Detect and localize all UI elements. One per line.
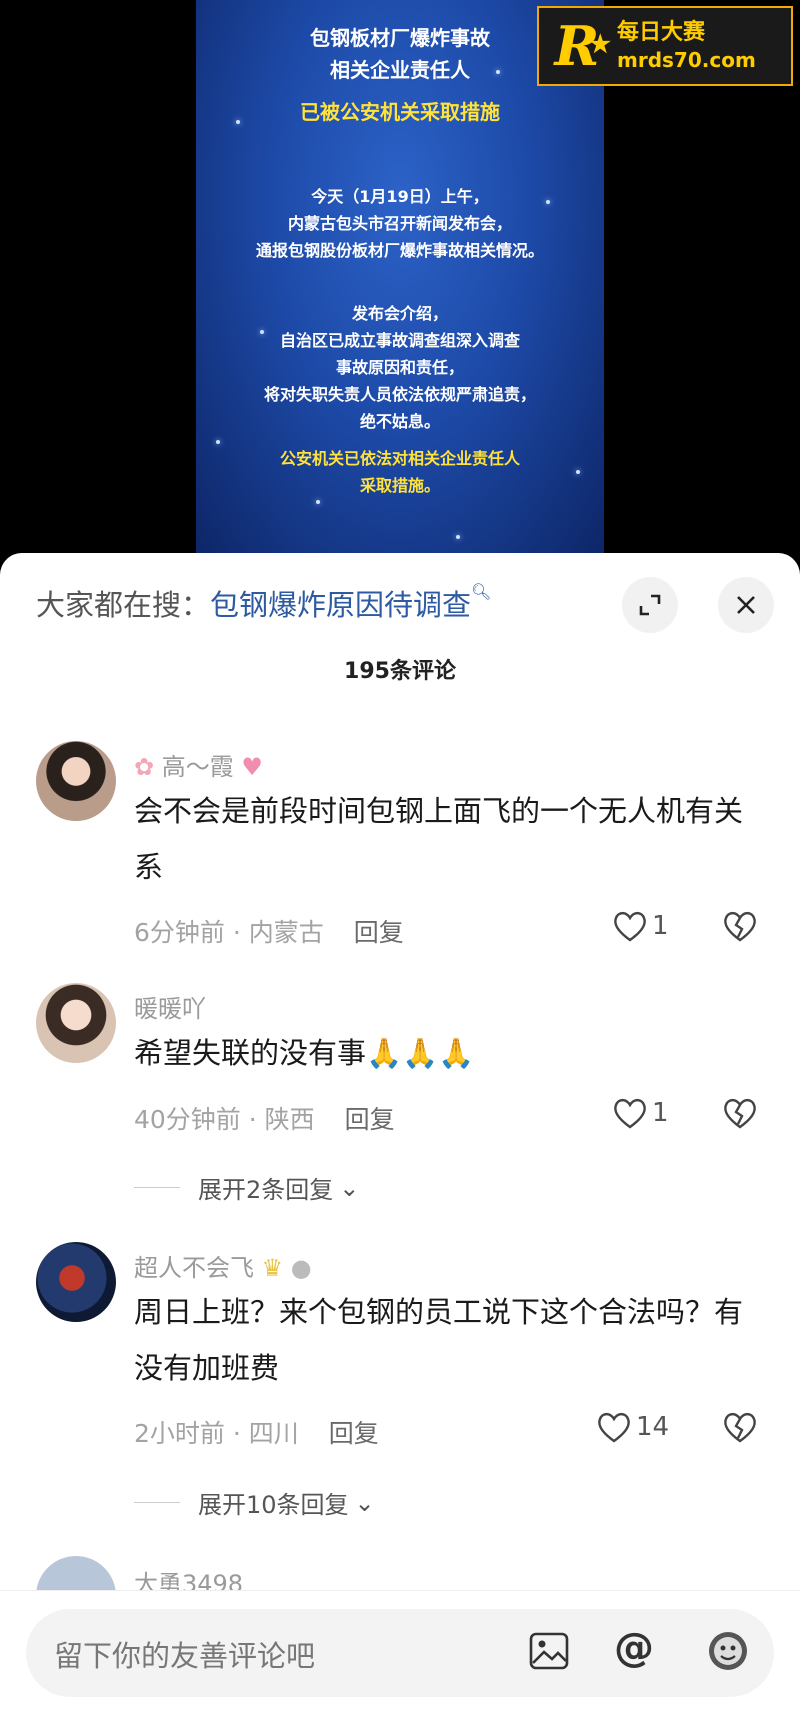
star-icon: ★ xyxy=(589,29,611,58)
comment-username[interactable]: ✿ 高～霞 ♥ xyxy=(134,747,263,782)
chevron-down-icon: ⌄ xyxy=(339,1173,360,1202)
like-button[interactable]: 1 xyxy=(612,909,669,943)
comment-meta: 2小时前 · 四川 回复 xyxy=(134,1414,379,1450)
username-text: 高～霞 xyxy=(161,753,234,781)
trending-search-label: 大家都在搜： xyxy=(36,588,211,622)
like-button[interactable]: 1 xyxy=(612,1096,669,1130)
emoji-button[interactable] xyxy=(706,1629,750,1677)
dislike-button[interactable] xyxy=(722,1410,758,1448)
video-highlight-line: 公安机关已依法对相关企业责任人 xyxy=(279,449,520,468)
flower-icon: ✿ xyxy=(134,753,155,781)
emoji-icon xyxy=(709,1632,747,1670)
moon-icon: ● xyxy=(290,1254,312,1282)
comment-meta: 6分钟前 · 内蒙古 回复 xyxy=(134,913,404,949)
crown-icon: ♛ xyxy=(261,1254,284,1282)
comment-count: 195条评论 xyxy=(344,659,456,684)
image-icon xyxy=(529,1632,569,1670)
watermark-site: mrds70.com xyxy=(617,48,756,72)
video-highlight-line: 采取措施。 xyxy=(359,476,440,495)
comment-input-placeholder: 留下你的友善评论吧 xyxy=(54,1639,316,1673)
reply-button[interactable]: 回复 xyxy=(329,1419,379,1448)
comment-input-bar: 留下你的友善评论吧 @ xyxy=(0,1590,800,1716)
expand-replies-label: 展开10条回复 xyxy=(198,1491,349,1519)
avatar[interactable] xyxy=(36,983,116,1063)
watermark-title: 每日大赛 xyxy=(617,20,706,45)
image-picker-button[interactable] xyxy=(528,1631,570,1675)
reply-button[interactable]: 回复 xyxy=(345,1105,395,1134)
video-body-line: 绝不姑息。 xyxy=(359,412,440,431)
broken-heart-icon xyxy=(724,911,756,942)
username-text: 超人不会飞 xyxy=(134,1254,254,1282)
comment-username[interactable]: 超人不会飞 ♛ ● xyxy=(134,1248,312,1283)
expand-sheet-button[interactable] xyxy=(622,577,678,633)
heart-icon xyxy=(614,1098,646,1129)
at-icon: @ xyxy=(614,1625,654,1671)
expand-replies-button[interactable]: 展开10条回复 ⌄ xyxy=(134,1485,375,1520)
expand-icon xyxy=(639,594,661,616)
close-button[interactable] xyxy=(718,577,774,633)
comment-text: 会不会是前段时间包钢上面飞的一个无人机有关系 xyxy=(134,794,744,884)
comment-time-location: 2小时前 · 四川 xyxy=(134,1419,299,1448)
watermark-mark: R ★ xyxy=(547,15,611,77)
video-body-line: 通报包钢股份板材厂爆炸事故相关情况。 xyxy=(255,241,544,260)
expand-replies-label: 展开2条回复 xyxy=(198,1176,334,1204)
comment-text: 希望失联的没有事🙏🙏🙏 xyxy=(134,1036,475,1070)
avatar[interactable] xyxy=(36,741,116,821)
like-count: 14 xyxy=(636,1412,670,1442)
broken-heart-icon xyxy=(724,1098,756,1129)
comment-sheet: 大家都在搜：包钢爆炸原因待调查🔍︎ 195条评论 ✿ 高～霞 ♥ 会不会是前段时… xyxy=(0,553,800,1715)
like-count: 1 xyxy=(652,911,669,941)
expand-replies-button[interactable]: 展开2条回复 ⌄ xyxy=(134,1170,359,1205)
like-count: 1 xyxy=(652,1098,669,1128)
watermark-logo: R ★ 每日大赛 mrds70.com xyxy=(537,6,793,86)
heart-emoji-icon: ♥ xyxy=(241,753,263,781)
close-icon xyxy=(737,596,755,614)
video-body-line: 发布会介绍， xyxy=(351,304,448,323)
dislike-button[interactable] xyxy=(722,1096,758,1134)
sparkle xyxy=(316,500,320,504)
mention-button[interactable]: @ xyxy=(614,1625,654,1671)
broken-heart-icon xyxy=(724,1412,756,1443)
trending-search[interactable]: 大家都在搜：包钢爆炸原因待调查🔍︎ xyxy=(36,582,491,624)
comment-time-location: 6分钟前 · 内蒙古 xyxy=(134,918,324,947)
comment-username[interactable]: 暖暖吖 xyxy=(134,989,206,1024)
divider xyxy=(134,1187,180,1188)
video-body-line: 内蒙古包头市召开新闻发布会， xyxy=(287,214,512,233)
video-body-line: 将对失职失责人员依法依规严肃追责， xyxy=(263,385,536,404)
search-icon: 🔍︎ xyxy=(471,582,492,601)
video-body-line: 事故原因和责任， xyxy=(335,358,464,377)
reply-button[interactable]: 回复 xyxy=(354,918,404,947)
divider xyxy=(134,1502,180,1503)
comment-time-location: 40分钟前 · 陕西 xyxy=(134,1105,315,1134)
like-button[interactable]: 14 xyxy=(596,1410,669,1444)
sparkle xyxy=(456,535,460,539)
comment-text: 周日上班？来个包钢的员工说下这个合法吗？有没有加班费 xyxy=(134,1295,744,1385)
sparkle xyxy=(216,440,220,444)
dislike-button[interactable] xyxy=(722,909,758,947)
comment-input[interactable]: 留下你的友善评论吧 xyxy=(26,1609,774,1697)
comment-meta: 40分钟前 · 陕西 回复 xyxy=(134,1100,395,1136)
video-title-line3: 已被公安机关采取措施 xyxy=(300,100,500,124)
heart-icon xyxy=(598,1412,630,1443)
trending-search-keyword[interactable]: 包钢爆炸原因待调查 xyxy=(210,588,471,622)
heart-icon xyxy=(614,911,646,942)
video-body-line: 今天（1月19日）上午， xyxy=(311,187,489,206)
video-body-line: 自治区已成立事故调查组深入调查 xyxy=(279,331,520,350)
chevron-down-icon: ⌄ xyxy=(354,1488,375,1517)
avatar[interactable] xyxy=(36,1242,116,1322)
